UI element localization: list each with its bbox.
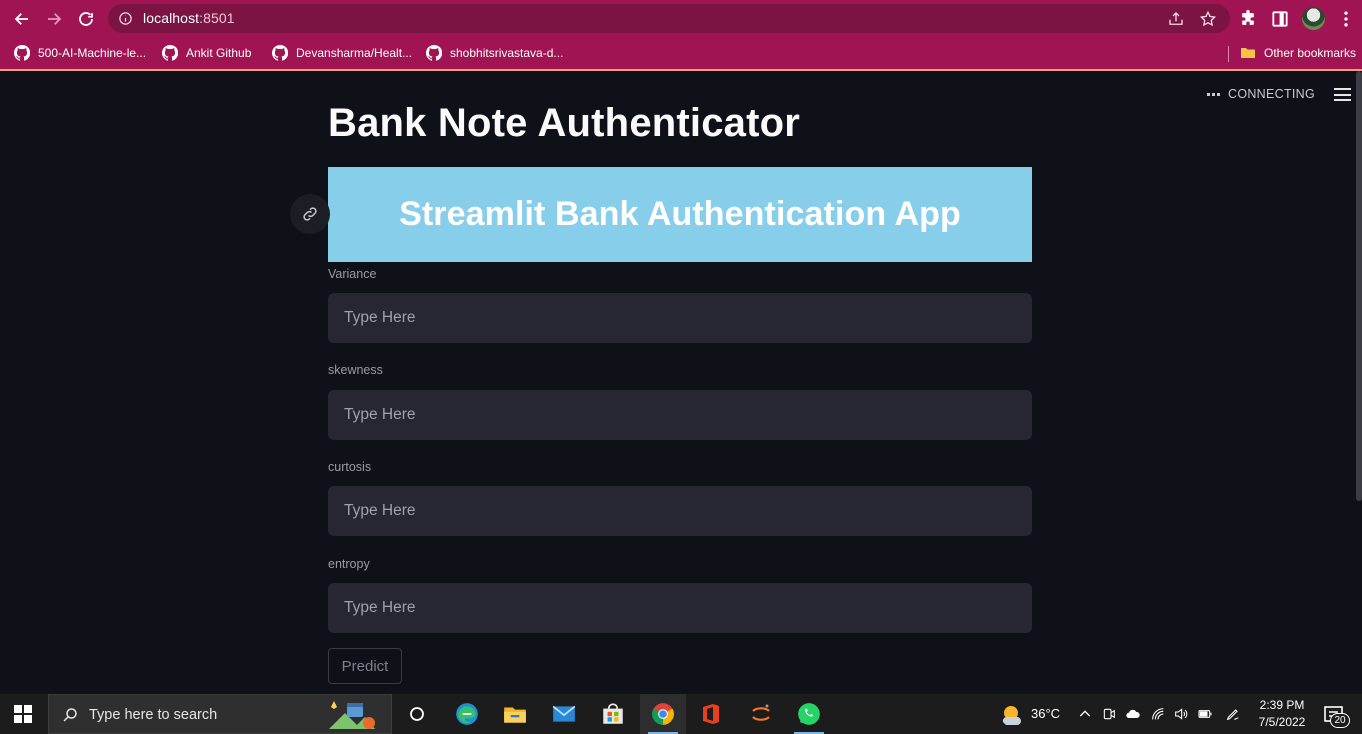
meet-now-icon[interactable] [1101,706,1117,722]
volume-icon[interactable] [1173,706,1189,722]
bookmark-item[interactable]: shobhitsrivastava-d... [426,43,563,63]
github-icon [162,45,178,61]
star-icon[interactable] [1199,10,1217,28]
address-bar[interactable]: localhost:8501 [108,4,1230,33]
store-button[interactable] [590,694,636,734]
other-bookmarks[interactable]: Other bookmarks [1240,43,1356,63]
github-icon [14,45,30,61]
file-explorer-icon [504,707,526,723]
arrow-left-icon [14,13,28,25]
windows-start-icon[interactable] [14,705,32,723]
arrow-right-icon [48,13,62,25]
weather-icon[interactable] [1000,703,1024,725]
banner-heading: Streamlit Bank Authentication App [399,195,961,233]
bookmark-separator [1228,46,1229,62]
main-menu-icon[interactable] [1334,88,1351,101]
jupyter-icon [752,704,770,721]
scrollbar[interactable] [1356,71,1362,501]
battery-icon[interactable] [1197,706,1213,722]
mail-icon [552,705,576,722]
entropy-label: entropy [328,557,370,571]
notification-count-badge: 20 [1330,713,1350,728]
file-explorer-button[interactable] [492,694,538,734]
more-vertical-icon[interactable] [1336,9,1356,29]
clock-time: 2:39 PM [1259,698,1305,712]
chrome-icon [652,703,674,725]
github-icon [272,45,288,61]
header-banner: Streamlit Bank Authentication App [328,167,1032,262]
bookmark-label: shobhitsrivastava-d... [450,46,564,60]
skewness-label: skewness [328,363,383,377]
whatsapp-button[interactable] [786,694,832,734]
heading-anchor-link[interactable] [290,194,330,234]
jupyter-button[interactable] [738,694,784,734]
streamlit-page: CONNECTING Bank Note Authenticator Strea… [0,71,1362,694]
wifi-icon[interactable] [1150,706,1166,722]
entropy-input[interactable] [328,583,1032,633]
reload-icon [79,12,93,26]
clock-date: 7/5/2022 [1258,715,1306,729]
url-text[interactable]: localhost:8501 [143,10,235,26]
variance-label: Variance [328,267,377,281]
search-icon [63,708,77,722]
chrome-button[interactable] [640,694,686,734]
link-icon [303,207,317,221]
whatsapp-icon [798,703,820,725]
bookmark-item[interactable]: Devansharma/Healt... [272,43,412,63]
bookmark-item[interactable]: Ankit Github [162,43,251,63]
clock[interactable]: 2:39 PM 7/5/2022 [1252,697,1312,731]
reload-button[interactable] [74,7,98,31]
taskbar: Type here to search 36°C 2:39 PM 7/5/202… [0,694,1362,734]
cortana-icon [410,707,424,721]
profile-avatar[interactable] [1302,7,1325,30]
bookmark-item[interactable]: 500-AI-Machine-le... [14,43,146,63]
other-bookmarks-label: Other bookmarks [1264,46,1357,60]
chevron-up-icon[interactable] [1077,706,1093,722]
url-host: localhost [143,10,200,26]
edge-icon [456,703,478,725]
status-dots-icon [1207,92,1220,96]
bookmark-label: Devansharma/Healt... [296,46,413,60]
pen-icon[interactable] [1225,706,1241,722]
extensions-icon[interactable] [1238,9,1258,29]
edge-button[interactable] [444,694,490,734]
back-button[interactable] [10,7,34,31]
page-title: Bank Note Authenticator [328,101,801,145]
taskbar-search[interactable]: Type here to search [48,694,392,734]
weather-temperature[interactable]: 36°C [1031,706,1060,721]
bookmarks-bar: 500-AI-Machine-le... Ankit Github Devans… [0,38,1362,69]
mail-button[interactable] [541,694,587,734]
url-port: :8501 [199,10,235,26]
onedrive-icon[interactable] [1125,706,1141,722]
search-placeholder: Type here to search [89,707,218,723]
bookmark-label: 500-AI-Machine-le... [38,46,147,60]
folder-icon [1241,48,1255,58]
office-icon [703,704,719,724]
store-icon [603,703,623,724]
browser-toolbar: localhost:8501 [0,0,1362,38]
status-text: CONNECTING [1228,87,1316,101]
curtosis-label: curtosis [328,460,372,474]
forward-button[interactable] [42,7,66,31]
cortana-button[interactable] [394,694,440,734]
variance-input[interactable] [328,293,1032,343]
share-icon[interactable] [1167,10,1185,28]
bookmark-label: Ankit Github [186,46,252,60]
github-icon [426,45,442,61]
office-button[interactable] [688,694,734,734]
curtosis-input[interactable] [328,486,1032,536]
predict-button[interactable]: Predict [328,648,402,684]
connection-status: CONNECTING [1207,87,1315,101]
skewness-input[interactable] [328,390,1032,440]
info-icon[interactable] [118,11,133,26]
search-highlight-icon [329,701,375,729]
side-panel-icon[interactable] [1270,9,1290,29]
